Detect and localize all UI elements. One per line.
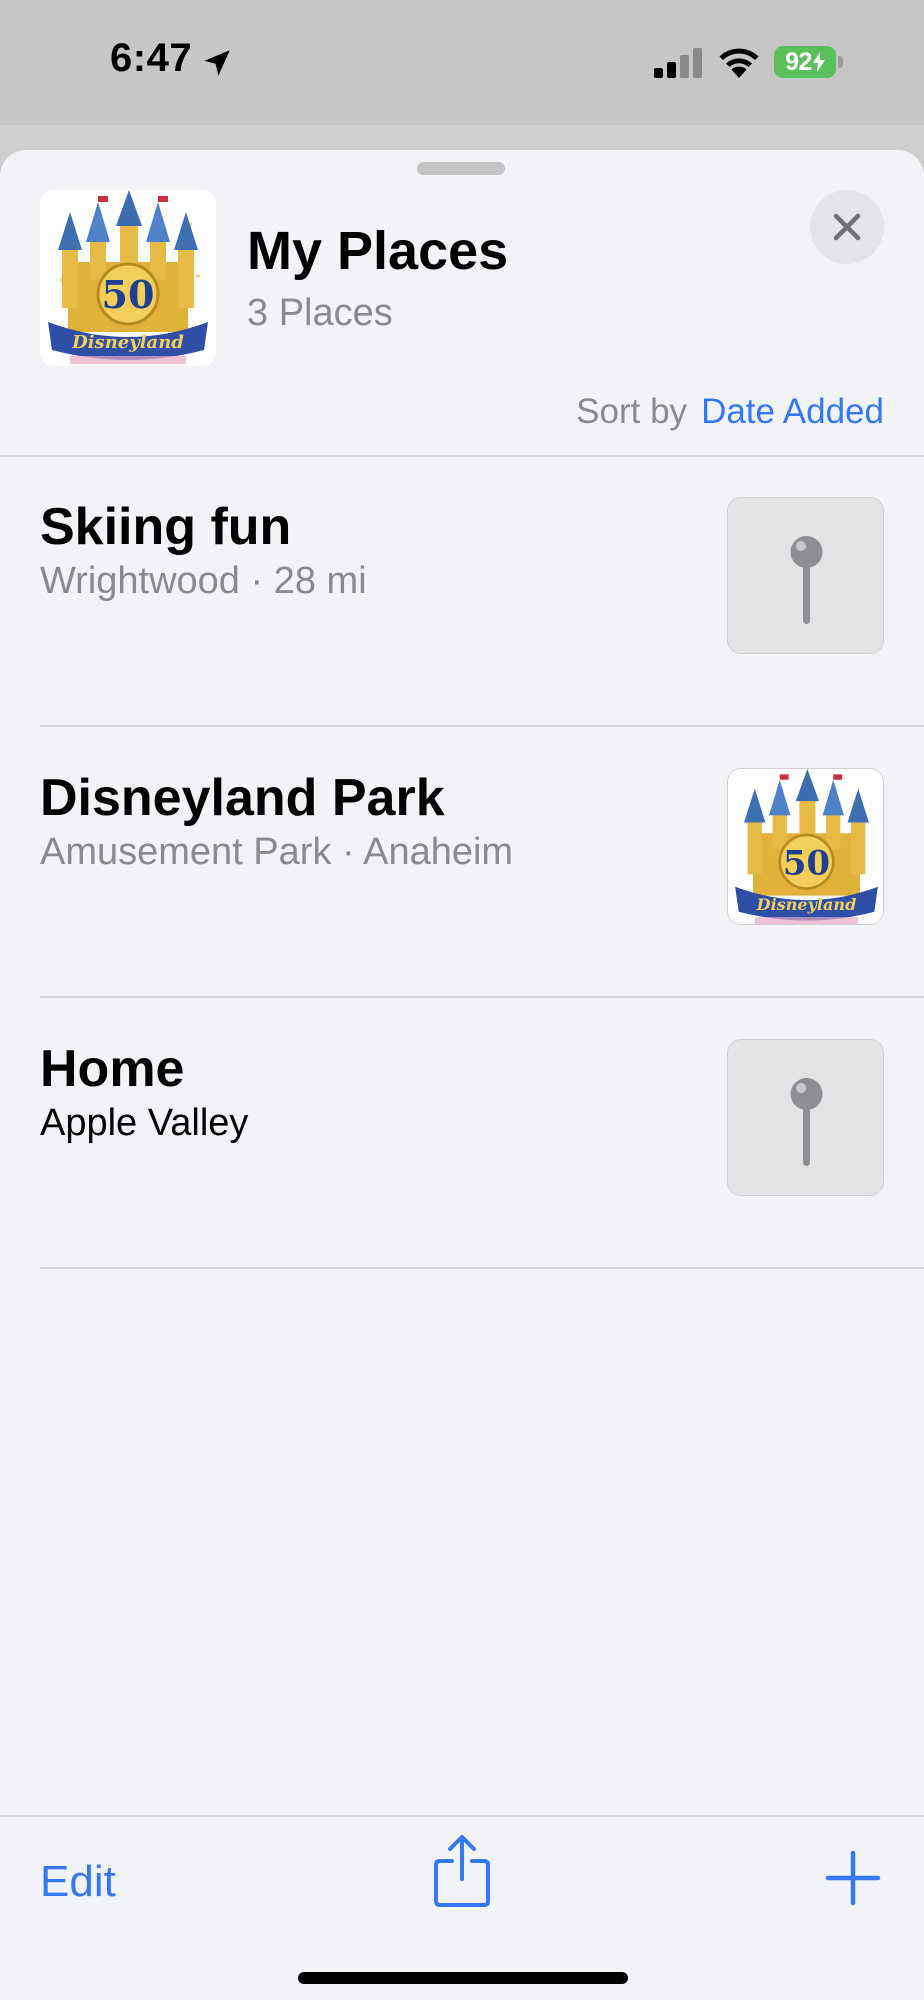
place-thumbnail: 50 Disneyland: [727, 768, 884, 925]
battery-level: 92: [774, 46, 836, 78]
place-thumbnail: [727, 1039, 884, 1196]
cellular-signal-icon: [654, 48, 702, 78]
charging-bolt-icon: [812, 52, 825, 72]
battery-charging-icon: 92: [774, 46, 844, 78]
home-indicator[interactable]: [298, 1972, 628, 1984]
pin-icon: [790, 1078, 823, 1166]
toolbar-divider: [0, 1815, 924, 1817]
place-row-home[interactable]: Home Apple Valley: [0, 999, 924, 1269]
place-row-disneyland-park[interactable]: Disneyland Park Amusement Park · Anaheim: [0, 728, 924, 998]
location-arrow-icon: [204, 50, 230, 76]
guide-subtitle: 3 Places: [247, 292, 393, 334]
status-bar: 6:47 92: [0, 0, 924, 125]
svg-text:Disneyland: Disneyland: [71, 332, 184, 353]
castle-image: 50 Disneyland: [728, 769, 883, 924]
place-thumbnail: [727, 497, 884, 654]
sort-label: Sort by: [576, 392, 688, 431]
screen: 6:47 92 50 Disneyland My Places 3 Places…: [0, 0, 924, 2000]
guide-title: My Places: [247, 221, 509, 281]
svg-text:Disneyland: Disneyland: [756, 895, 857, 914]
plus-icon[interactable]: [824, 1849, 882, 1907]
wifi-icon: [719, 48, 759, 78]
place-subtitle: Wrightwood · 28 mi: [40, 560, 367, 602]
close-icon: [833, 213, 861, 241]
edit-button[interactable]: Edit: [40, 1857, 116, 1907]
guide-cover-image: 50 Disneyland: [40, 190, 216, 366]
status-time: 6:47: [110, 36, 193, 80]
close-button[interactable]: [810, 190, 884, 264]
castle-image: 50 Disneyland: [40, 190, 216, 366]
row-divider: [40, 725, 924, 727]
place-title: Disneyland Park: [40, 769, 445, 827]
place-row-skiing-fun[interactable]: Skiing fun Wrightwood · 28 mi: [0, 457, 924, 727]
pin-icon: [790, 536, 823, 624]
svg-text:50: 50: [102, 272, 155, 317]
battery-percent: 92: [785, 47, 812, 76]
place-title: Home: [40, 1040, 185, 1098]
row-divider: [40, 1267, 924, 1269]
share-icon[interactable]: [432, 1833, 492, 1909]
svg-text:50: 50: [783, 842, 830, 882]
place-subtitle: Apple Valley: [40, 1102, 249, 1144]
place-subtitle: Amusement Park · Anaheim: [40, 831, 514, 873]
guide-sheet: 50 Disneyland My Places 3 Places Sort by…: [0, 150, 924, 2000]
sheet-grabber[interactable]: [417, 162, 505, 175]
row-divider: [40, 996, 924, 998]
sort-value-button[interactable]: Date Added: [701, 392, 884, 431]
sort-control[interactable]: Sort by Date Added: [576, 392, 884, 432]
battery-cap: [838, 56, 843, 68]
place-title: Skiing fun: [40, 498, 292, 556]
